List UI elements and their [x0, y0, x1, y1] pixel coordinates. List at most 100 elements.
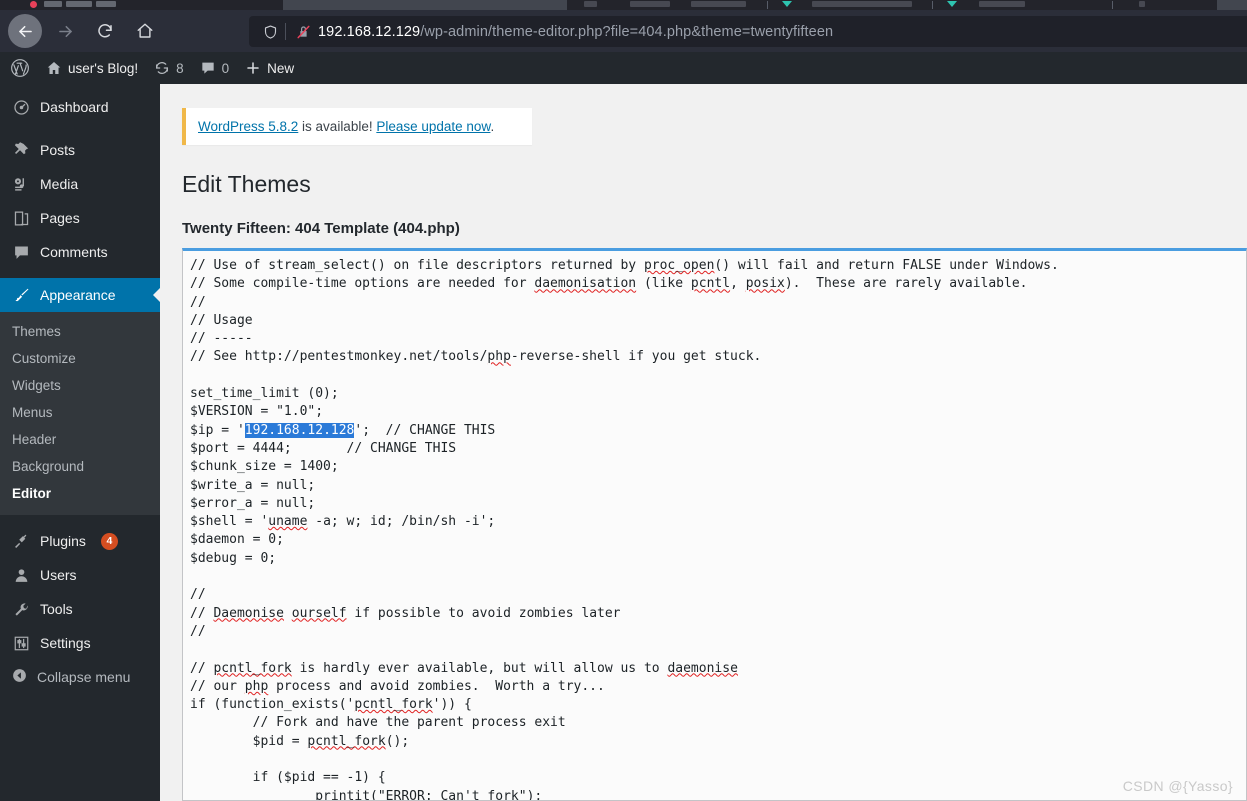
sidebar-item-appearance[interactable]: Appearance [0, 278, 161, 312]
tab-divider [1112, 1, 1113, 9]
arrow-left-icon [16, 22, 35, 41]
sidebar-item-label: Users [40, 567, 77, 583]
sidebar-item-users[interactable]: Users [0, 558, 160, 592]
tab-chevron-icon [947, 1, 957, 7]
main-content: WordPress 5.8.2 is available! Please upd… [160, 84, 1247, 801]
forward-button[interactable] [48, 14, 82, 48]
tab-title-glyphs [96, 1, 116, 7]
home-icon [136, 22, 154, 40]
sidebar-item-posts[interactable]: Posts [0, 133, 160, 167]
wrench-icon [11, 601, 31, 618]
sidebar-item-label: Posts [40, 142, 76, 158]
adminbar-updates[interactable]: 8 [146, 52, 192, 84]
page-title: Edit Themes [182, 171, 311, 197]
plus-icon [245, 60, 261, 76]
home-button[interactable] [128, 14, 162, 48]
code-after-selection: '; // CHANGE THIS $port = 4444; // CHANG… [190, 422, 738, 801]
submenu-item-editor[interactable]: Editor [0, 480, 160, 507]
wp-admin-bar: user's Blog! 8 0 New [0, 52, 1247, 84]
browser-tab-strip[interactable] [0, 0, 1247, 10]
adminbar-comments[interactable]: 0 [192, 52, 238, 84]
please-update-now-link[interactable]: Please update now [376, 119, 490, 134]
code-editor-textarea[interactable]: // Use of stream_select() on file descri… [183, 251, 1246, 801]
reload-button[interactable] [88, 14, 122, 48]
tab-title-glyphs [812, 1, 912, 7]
sidebar-item-media[interactable]: Media [0, 167, 160, 201]
browser-tab-group[interactable] [567, 0, 1217, 10]
comments-count: 0 [221, 60, 230, 76]
new-label: New [267, 60, 295, 76]
address-bar[interactable]: 192.168.12.129/wp-admin/theme-editor.php… [249, 16, 1247, 47]
collapse-arrow-icon [11, 667, 28, 687]
sliders-icon [11, 635, 31, 652]
sidebar-item-label: Comments [40, 244, 108, 260]
urlbar-divider [285, 23, 286, 40]
tab-title-glyphs [979, 1, 1025, 7]
pin-icon [11, 141, 31, 159]
sidebar-item-plugins[interactable]: Plugins 4 [0, 524, 160, 558]
submenu-item-header[interactable]: Header [0, 426, 160, 453]
submenu-item-background[interactable]: Background [0, 453, 160, 480]
sidebar-item-comments[interactable]: Comments [0, 235, 160, 269]
adminbar-wordpress-logo[interactable] [0, 52, 38, 84]
admin-sidebar: Dashboard Posts Media Pages Comments App… [0, 84, 161, 801]
wordpress-logo-icon [10, 58, 30, 78]
sidebar-item-label: Plugins [40, 533, 86, 549]
sidebar-item-pages[interactable]: Pages [0, 201, 160, 235]
comment-bubble-icon [200, 60, 216, 76]
tab-divider [767, 1, 768, 9]
sidebar-item-label: Settings [40, 635, 91, 651]
sidebar-item-label: Dashboard [40, 99, 109, 115]
reload-icon [96, 22, 114, 40]
tab-title-glyphs [630, 1, 670, 7]
sidebar-item-label: Pages [40, 210, 80, 226]
url-text[interactable]: 192.168.12.129/wp-admin/theme-editor.php… [314, 24, 833, 40]
tab-title-glyphs [584, 1, 597, 7]
comment-bubble-icon [11, 244, 31, 261]
sidebar-item-settings[interactable]: Settings [0, 626, 160, 660]
arrow-right-icon [56, 22, 75, 41]
submenu-item-customize[interactable]: Customize [0, 345, 160, 372]
sidebar-item-tools[interactable]: Tools [0, 592, 160, 626]
wordpress-version-link[interactable]: WordPress 5.8.2 [198, 119, 298, 134]
tab-chevron-icon [782, 1, 792, 7]
tab-strip-filler [152, 0, 157, 10]
code-editor[interactable]: // Use of stream_select() on file descri… [182, 248, 1247, 801]
browser-tab-active[interactable] [0, 0, 283, 10]
collapse-menu-label: Collapse menu [37, 669, 131, 685]
adminbar-new[interactable]: New [237, 52, 302, 84]
sidebar-item-label: Appearance [40, 287, 116, 303]
submenu-item-themes[interactable]: Themes [0, 318, 160, 345]
sidebar-item-dashboard[interactable]: Dashboard [0, 90, 160, 124]
update-notice: WordPress 5.8.2 is available! Please upd… [182, 108, 532, 145]
submenu-item-widgets[interactable]: Widgets [0, 372, 160, 399]
sidebar-separator [0, 124, 160, 133]
paintbrush-icon [11, 287, 31, 304]
sidebar-item-label: Tools [40, 601, 73, 617]
tab-title-glyphs [66, 1, 92, 7]
updates-icon [154, 60, 170, 76]
notice-middle-text: is available! [298, 119, 377, 134]
url-path: /wp-admin/theme-editor.php?file=404.php&… [420, 23, 834, 40]
shield-icon[interactable] [257, 24, 283, 40]
site-name-label: user's Blog! [68, 60, 139, 76]
plugins-update-badge: 4 [100, 532, 118, 550]
collapse-menu-button[interactable]: Collapse menu [0, 660, 160, 694]
pages-icon [11, 210, 31, 227]
url-host: 192.168.12.129 [318, 23, 421, 40]
lock-crossed-icon[interactable] [292, 24, 314, 40]
tab-favicon-icon [30, 1, 37, 8]
adminbar-site-name[interactable]: user's Blog! [38, 52, 146, 84]
tab-title-glyphs [691, 1, 746, 7]
sidebar-item-label: Media [40, 176, 79, 192]
selected-ip-text[interactable]: 192.168.12.128 [244, 422, 355, 438]
code-before-selection: // Use of stream_select() on file descri… [190, 258, 1059, 438]
notice-trailing-text: . [490, 119, 495, 134]
submenu-item-menus[interactable]: Menus [0, 399, 160, 426]
tab-title-glyphs [1139, 1, 1145, 7]
sidebar-separator [0, 269, 160, 278]
back-button[interactable] [8, 14, 42, 48]
dashboard-icon [11, 99, 31, 116]
plug-icon [11, 533, 31, 550]
media-icon [11, 176, 31, 193]
